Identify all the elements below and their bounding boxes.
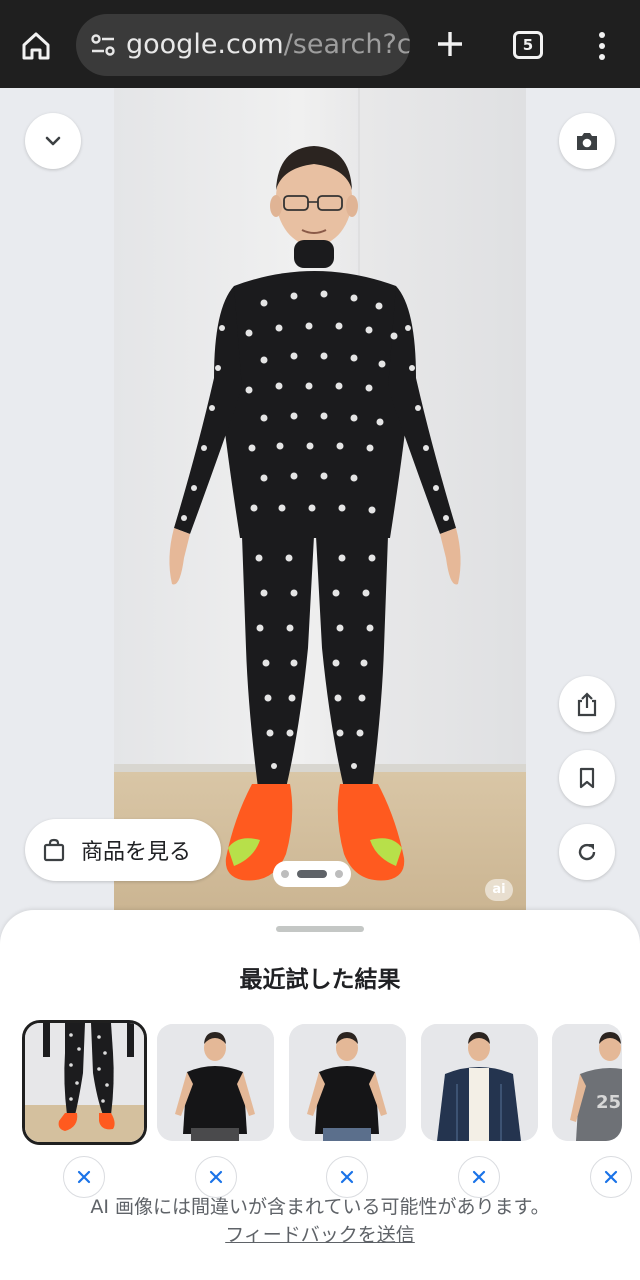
sheet-title: 最近試した結果 [239,967,401,993]
image-viewer: 商品を見る ai [0,88,640,948]
sheet-drag-handle[interactable] [276,926,364,932]
bookmark-icon [579,767,595,789]
url-host: google.com [126,29,284,60]
share-button[interactable] [559,676,615,732]
image-pager[interactable] [273,861,351,887]
ai-disclaimer: AI 画像には間違いが含まれている可能性があります。 [90,1196,550,1218]
share-icon [577,692,597,717]
result-thumbnail[interactable] [289,1024,406,1141]
regenerate-button[interactable] [559,824,615,880]
send-feedback-link[interactable]: フィードバックを送信 [0,1220,640,1247]
new-tab-icon[interactable] [430,24,470,64]
view-products-button[interactable]: 商品を見る [25,819,221,881]
close-icon [604,1170,618,1184]
url-path: /search?c [283,29,410,60]
shopping-bag-icon [43,838,65,862]
camera-icon [577,133,597,150]
more-vert-icon[interactable] [588,28,616,64]
result-thumbnail[interactable] [421,1024,538,1141]
site-settings-icon[interactable] [90,32,116,58]
tab-count: 5 [522,36,534,54]
try-on-image [114,88,526,911]
view-products-label: 商品を見る [81,840,192,865]
browser-toolbar: google.com/search?c 5 [0,0,640,88]
camera-button[interactable] [559,113,615,169]
url-text: google.com/search?c [126,28,410,62]
shirt-graphic: 25 [596,1092,621,1113]
result-thumbnail[interactable]: 25 [552,1024,622,1141]
result-thumbnail[interactable] [22,1020,147,1145]
close-icon [340,1170,354,1184]
ai-generated-badge: ai [485,879,513,901]
recent-results-sheet: 最近試した結果 25 AI 画像には間違いが含まれている可能性があります。 フィ… [0,910,640,1280]
tab-switcher-icon[interactable]: 5 [513,31,543,59]
pager-dot[interactable] [335,870,343,878]
collapse-button[interactable] [25,113,81,169]
close-icon [209,1170,223,1184]
person-figure [169,88,461,881]
chevron-down-icon [45,136,61,146]
address-bar[interactable]: google.com/search?c [76,14,410,76]
recent-results-carousel[interactable]: 25 [0,1020,640,1145]
close-icon [77,1170,91,1184]
refresh-icon [578,843,596,861]
pager-dot[interactable] [281,870,289,878]
home-icon[interactable] [14,24,58,68]
pager-dot-active[interactable] [297,870,327,878]
bookmark-button[interactable] [559,750,615,806]
result-thumbnail[interactable] [157,1024,274,1141]
close-icon [472,1170,486,1184]
